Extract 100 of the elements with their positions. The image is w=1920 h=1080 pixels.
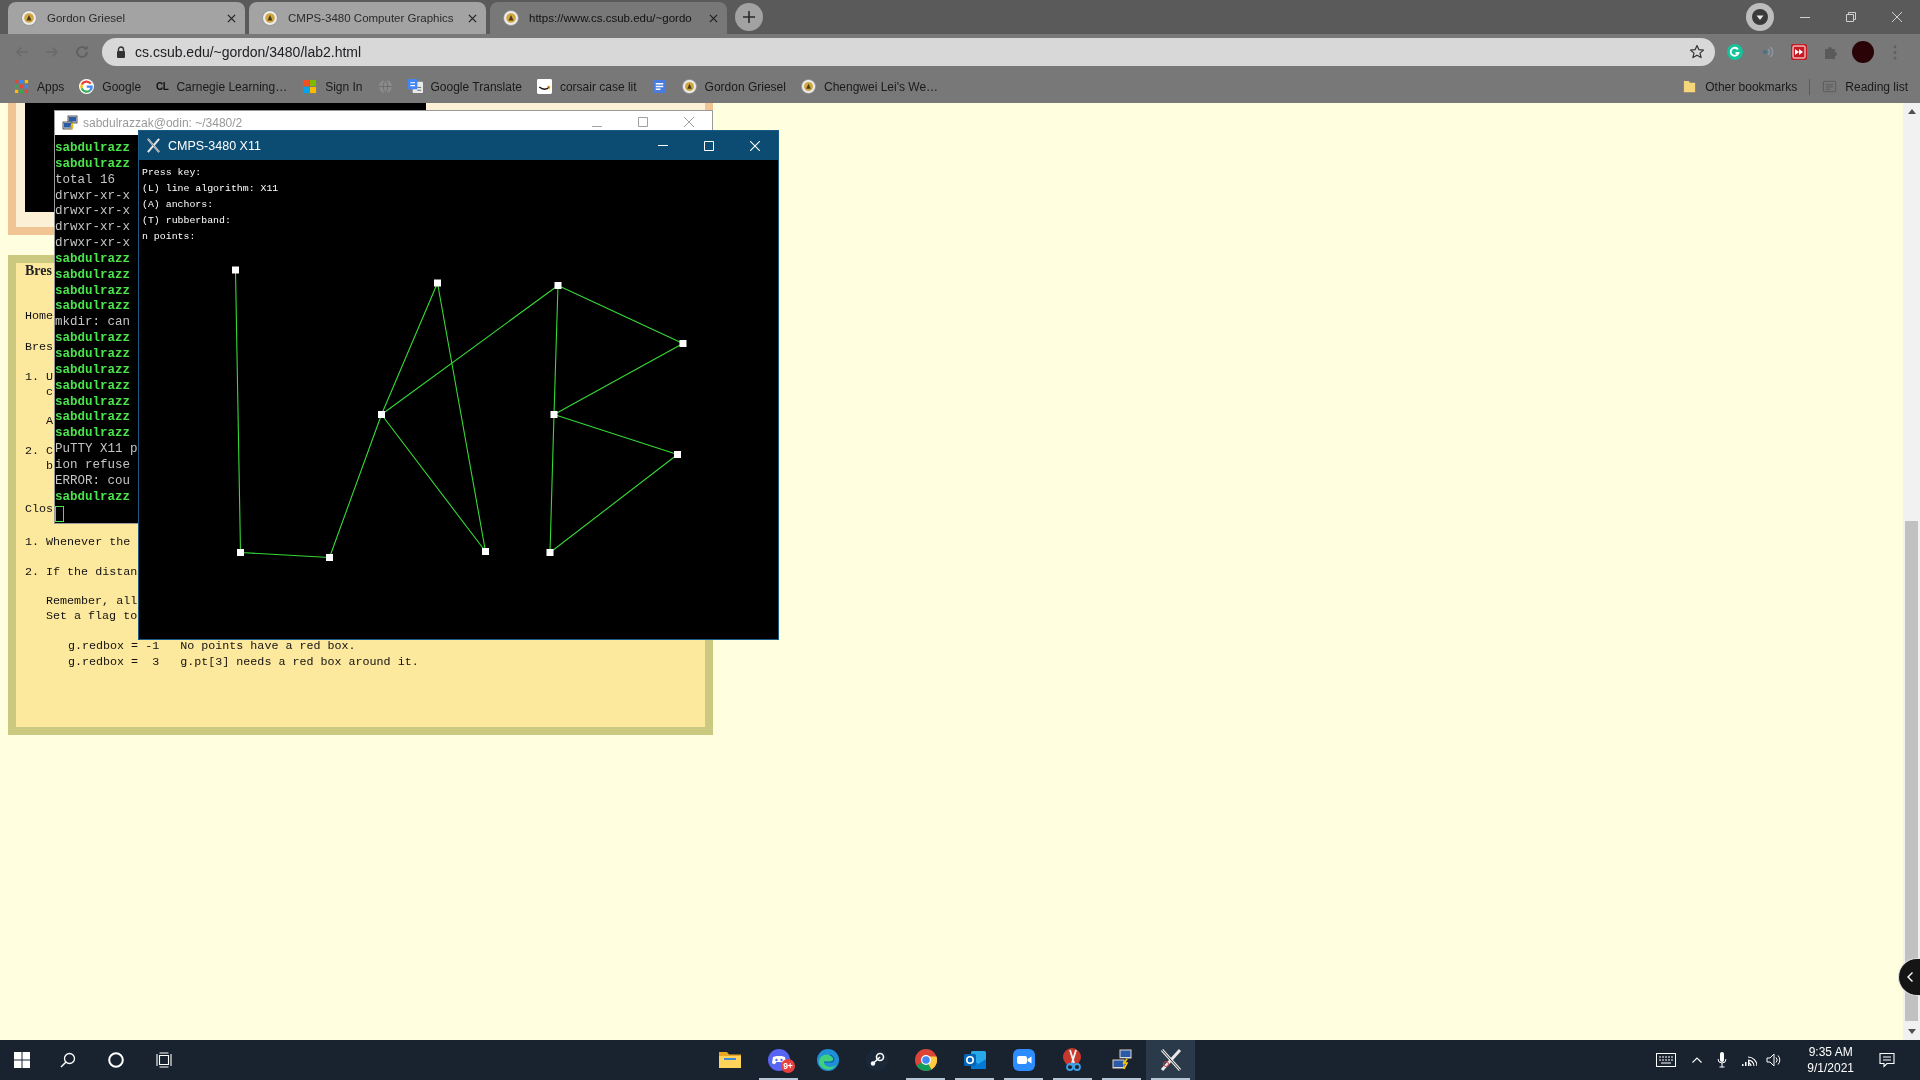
bookmark-item[interactable]: Gordon Griesel bbox=[675, 73, 792, 100]
piston-circle-icon bbox=[864, 1048, 889, 1072]
scrollbar[interactable] bbox=[1903, 103, 1920, 1040]
window-title: CMPS-3480 X11 bbox=[168, 138, 261, 153]
four-squares-icon bbox=[302, 79, 318, 94]
bookmark-item[interactable]: CL Carnegie Learning… bbox=[150, 73, 294, 100]
folder-icon bbox=[1682, 79, 1698, 94]
new-tab-button[interactable] bbox=[735, 3, 763, 31]
restore-icon bbox=[1846, 12, 1856, 22]
bookmark-item[interactable]: Sign In bbox=[296, 73, 369, 100]
bookmark-item[interactable]: Google Translate bbox=[401, 73, 528, 100]
terminal-line: sabdulrazz bbox=[55, 251, 130, 268]
bookmark-item[interactable]: corsair case lit bbox=[530, 73, 643, 100]
video-camera-icon bbox=[1011, 1048, 1036, 1072]
ring-icon bbox=[108, 1052, 124, 1068]
page-text: Bres bbox=[25, 339, 54, 355]
terminal-line: drwxr-xr-x bbox=[55, 220, 130, 237]
address-bar[interactable]: cs.csub.edu/~gordon/3480/lab2.html bbox=[102, 38, 1715, 66]
scroll-up-icon[interactable] bbox=[1907, 109, 1916, 114]
terminal-line: sabdulrazz bbox=[55, 489, 130, 506]
ring-tile-icon bbox=[962, 1048, 987, 1072]
taskbar-button[interactable]: 9+ bbox=[754, 1040, 803, 1080]
page-text: c bbox=[46, 385, 53, 401]
terminal-line: sabdulrazz bbox=[55, 346, 130, 363]
side-panel-button[interactable] bbox=[1898, 958, 1920, 996]
avatar-icon[interactable] bbox=[1852, 41, 1874, 63]
crest-icon bbox=[800, 79, 816, 94]
code-line: g.redbox = 3 g.pt[3] needs a red box around it. bbox=[68, 656, 419, 670]
bookmark-item[interactable]: Chengwei Lei's We… bbox=[794, 73, 945, 100]
star-icon[interactable] bbox=[1689, 44, 1705, 60]
close-icon[interactable] bbox=[468, 13, 477, 23]
minimize-icon bbox=[592, 126, 602, 127]
terminal-line: PuTTY X11 p bbox=[55, 442, 138, 458]
page-text: Home bbox=[25, 309, 54, 325]
taskbar-button[interactable] bbox=[1146, 1040, 1195, 1080]
page-text: Set a flag to bbox=[46, 609, 138, 625]
tricolor-ring-icon bbox=[913, 1048, 938, 1072]
canvas-text: (T) rubberband: bbox=[142, 213, 231, 228]
terminal-line: sabdulrazz bbox=[55, 410, 130, 427]
list-item-text: 2. C bbox=[25, 443, 54, 459]
arc-circle-icon[interactable] bbox=[1727, 44, 1743, 60]
browser-tab[interactable]: https://www.cs.csub.edu/~gordo bbox=[490, 2, 727, 34]
browser-tab[interactable]: Gordon Griesel bbox=[8, 2, 245, 34]
terminal-line: total 16 bbox=[55, 172, 115, 189]
list-item-text: 2. If the distan bbox=[25, 565, 138, 581]
scroll-down-icon[interactable] bbox=[1907, 1029, 1916, 1034]
reading-list-button[interactable]: Reading list bbox=[1816, 73, 1914, 100]
dropdown-circle-icon[interactable] bbox=[1746, 3, 1774, 31]
list-item-text: 1. Whenever the bbox=[25, 535, 131, 551]
document-icon[interactable] bbox=[651, 79, 667, 94]
maximize-icon bbox=[638, 117, 648, 127]
wifi-icon[interactable] bbox=[1741, 1053, 1758, 1067]
terminal-line: sabdulrazz bbox=[55, 426, 130, 443]
speaker-icon[interactable] bbox=[1766, 1053, 1783, 1067]
fast-forward-icon[interactable] bbox=[1791, 44, 1807, 60]
terminal-line: mkdir: can bbox=[55, 315, 130, 332]
crest-icon bbox=[21, 10, 37, 26]
terminal-line: sabdulrazz bbox=[55, 299, 130, 316]
terminal-line: drwxr-xr-x bbox=[55, 204, 130, 221]
code-line: g.redbox = -1 No points have a red box. bbox=[68, 640, 356, 654]
terminal-line: sabdulrazz bbox=[55, 394, 130, 411]
terminal-line: sabdulrazz bbox=[55, 378, 130, 395]
count-badge: 9+ bbox=[781, 1059, 795, 1073]
page-text: Remember, all bbox=[46, 593, 138, 609]
reading-list-icon bbox=[1822, 79, 1838, 94]
task-view-icon bbox=[156, 1052, 172, 1068]
list-item-text: 1. U bbox=[25, 369, 54, 385]
linked-computers-icon bbox=[1109, 1048, 1134, 1072]
terminal-line: sabdulrazz bbox=[55, 362, 130, 379]
terminal-line: sabdulrazz bbox=[55, 141, 130, 157]
terminal-line: sabdulrazz bbox=[55, 156, 130, 173]
chevron-up-icon[interactable] bbox=[1692, 1057, 1703, 1063]
page-text: Clos bbox=[25, 502, 54, 518]
scroll-thumb[interactable] bbox=[1905, 521, 1918, 1021]
canvas-text: (L) line algorithm: X11 bbox=[142, 181, 279, 196]
bookmark-folder[interactable]: Other bookmarks bbox=[1676, 73, 1804, 100]
terminal-line: drwxr-xr-x bbox=[55, 236, 130, 252]
close-icon[interactable] bbox=[227, 13, 236, 23]
mic-icon[interactable] bbox=[1717, 1052, 1728, 1068]
swirl-icon bbox=[815, 1048, 840, 1072]
close-icon bbox=[750, 140, 760, 151]
clock-button[interactable]: 9:35 AM 9/1/2021 bbox=[1799, 1044, 1862, 1076]
crossed-strokes-icon bbox=[1158, 1048, 1183, 1072]
terminal-line: sabdulrazz bbox=[55, 267, 130, 284]
keyboard-icon[interactable] bbox=[1656, 1052, 1677, 1068]
browser-tab[interactable]: CMPS-3480 Computer Graphics bbox=[249, 2, 486, 34]
terminal-line: ion refuse bbox=[55, 457, 130, 474]
bookmark-item[interactable]: Google bbox=[73, 73, 148, 100]
notification-icon[interactable] bbox=[1879, 1052, 1895, 1068]
terminal-line: ERROR: cou bbox=[55, 473, 130, 490]
bookmark-item[interactable]: Apps bbox=[8, 73, 71, 100]
lock-icon bbox=[116, 46, 126, 58]
search-icon bbox=[60, 1052, 76, 1068]
close-icon bbox=[684, 117, 694, 127]
maximize-icon bbox=[704, 140, 714, 151]
close-icon[interactable] bbox=[709, 13, 718, 23]
plus-icon bbox=[743, 11, 755, 23]
terminal-line: sabdulrazz bbox=[55, 283, 130, 300]
terminal-line: drwxr-xr-x bbox=[55, 188, 130, 205]
crest-icon bbox=[262, 10, 278, 26]
